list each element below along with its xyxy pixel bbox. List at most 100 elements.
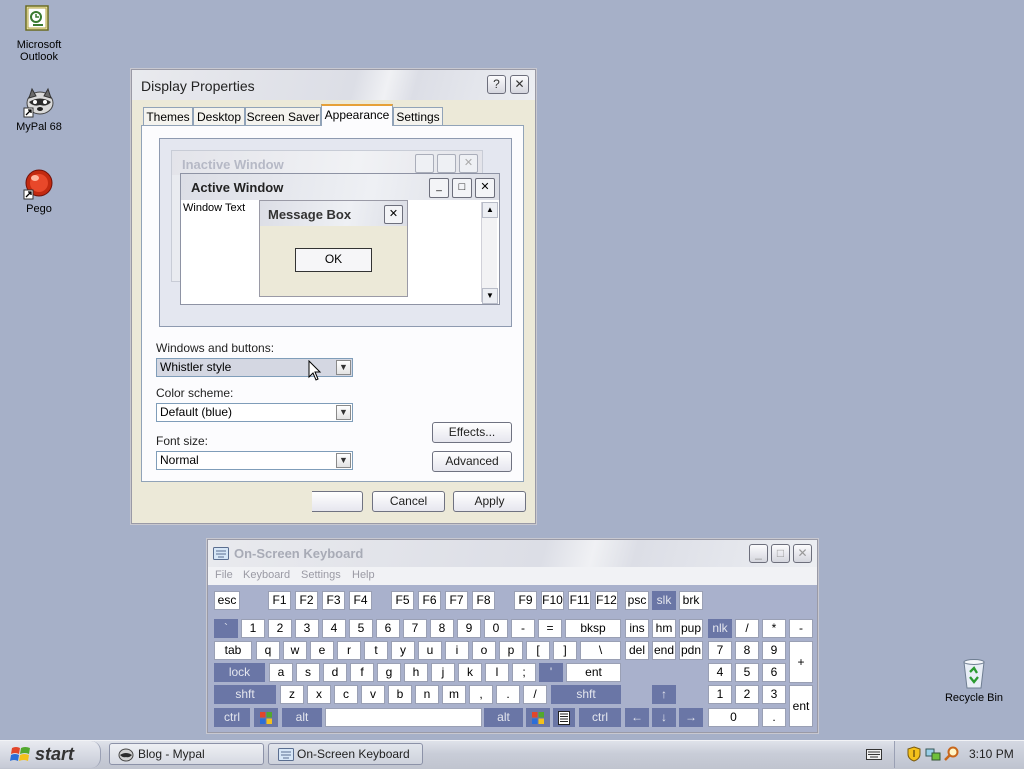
key-esc[interactable]: esc xyxy=(214,591,240,610)
key-space[interactable] xyxy=(325,708,482,727)
key-left-alt[interactable]: alt xyxy=(282,708,322,727)
display-properties-titlebar[interactable]: Display Properties ? ✕ xyxy=(132,70,535,100)
desktop-icon-pego[interactable]: Pego xyxy=(1,168,77,215)
key-pgup[interactable]: pup xyxy=(679,619,703,638)
key-np-9[interactable]: 9 xyxy=(762,641,786,660)
maximize-button[interactable]: □ xyxy=(771,544,790,563)
key-f12[interactable]: F12 xyxy=(595,591,618,610)
key-np-1[interactable]: 1 xyxy=(708,685,732,704)
key-right-ctrl[interactable]: ctrl xyxy=(579,708,621,727)
key-d[interactable]: d xyxy=(323,663,347,682)
key-f3[interactable]: F3 xyxy=(322,591,345,610)
tab-appearance[interactable]: Appearance xyxy=(321,104,393,126)
key-ins[interactable]: ins xyxy=(625,619,649,638)
minimize-button[interactable]: _ xyxy=(749,544,768,563)
key-np-7[interactable]: 7 xyxy=(708,641,732,660)
key-np-subtract[interactable]: - xyxy=(789,619,813,638)
menu-file[interactable]: File xyxy=(215,569,233,581)
key-f5[interactable]: F5 xyxy=(391,591,414,610)
desktop-icon-outlook[interactable]: Microsoft Outlook xyxy=(1,4,77,63)
close-button[interactable]: ✕ xyxy=(510,75,529,94)
key-q[interactable]: q xyxy=(256,641,280,660)
key-k[interactable]: k xyxy=(458,663,482,682)
tab-settings[interactable]: Settings xyxy=(393,107,443,125)
key-u[interactable]: u xyxy=(418,641,442,660)
key-arrow-left[interactable]: ← xyxy=(625,708,649,727)
key-6[interactable]: 6 xyxy=(376,619,400,638)
search-icon[interactable] xyxy=(944,746,960,762)
key-right-windows[interactable] xyxy=(526,708,550,727)
help-button[interactable]: ? xyxy=(487,75,506,94)
key-w[interactable]: w xyxy=(283,641,307,660)
key-a[interactable]: a xyxy=(269,663,293,682)
key-2[interactable]: 2 xyxy=(268,619,292,638)
key-f4[interactable]: F4 xyxy=(349,591,372,610)
key-4[interactable]: 4 xyxy=(322,619,346,638)
key-j[interactable]: j xyxy=(431,663,455,682)
key-f11[interactable]: F11 xyxy=(568,591,591,610)
network-icon[interactable] xyxy=(925,746,941,762)
key-1[interactable]: 1 xyxy=(241,619,265,638)
key-pgdn[interactable]: pdn xyxy=(679,641,703,660)
key-f7[interactable]: F7 xyxy=(445,591,468,610)
font-size-select[interactable]: Normal ▼ xyxy=(156,451,353,470)
key-minus[interactable]: - xyxy=(511,619,535,638)
key-period[interactable]: . xyxy=(496,685,520,704)
menu-keyboard[interactable]: Keyboard xyxy=(243,569,290,581)
key-left-bracket[interactable]: [ xyxy=(526,641,550,660)
keyboard-tray-icon[interactable] xyxy=(866,747,882,761)
key-quote[interactable]: ' xyxy=(539,663,563,682)
key-arrow-right[interactable]: → xyxy=(679,708,703,727)
key-np-enter[interactable]: ent xyxy=(789,685,813,727)
key-9[interactable]: 9 xyxy=(457,619,481,638)
key-del[interactable]: del xyxy=(625,641,649,660)
key-np-5[interactable]: 5 xyxy=(735,663,759,682)
key-semicolon[interactable]: ; xyxy=(512,663,536,682)
key-0[interactable]: 0 xyxy=(484,619,508,638)
ok-button[interactable] xyxy=(312,491,363,512)
key-slash[interactable]: / xyxy=(523,685,547,704)
key-c[interactable]: c xyxy=(334,685,358,704)
key-np-4[interactable]: 4 xyxy=(708,663,732,682)
key-np-6[interactable]: 6 xyxy=(762,663,786,682)
key-np-add[interactable]: + xyxy=(789,641,813,683)
key-capslock[interactable]: lock xyxy=(214,663,265,682)
key-3[interactable]: 3 xyxy=(295,619,319,638)
cancel-button[interactable]: Cancel xyxy=(372,491,445,512)
key-h[interactable]: h xyxy=(404,663,428,682)
key-tab[interactable]: tab xyxy=(214,641,252,660)
key-r[interactable]: r xyxy=(337,641,361,660)
tab-screen-saver[interactable]: Screen Saver xyxy=(245,107,321,125)
key-grave[interactable]: ` xyxy=(214,619,238,638)
key-equals[interactable]: = xyxy=(538,619,562,638)
key-arrow-down[interactable]: ↓ xyxy=(652,708,676,727)
close-button[interactable]: ✕ xyxy=(793,544,812,563)
key-psc[interactable]: psc xyxy=(625,591,649,610)
key-f8[interactable]: F8 xyxy=(472,591,495,610)
key-enter[interactable]: ent xyxy=(566,663,621,682)
color-scheme-select[interactable]: Default (blue) ▼ xyxy=(156,403,353,422)
key-7[interactable]: 7 xyxy=(403,619,427,638)
key-np-8[interactable]: 8 xyxy=(735,641,759,660)
key-menu[interactable] xyxy=(553,708,575,727)
key-v[interactable]: v xyxy=(361,685,385,704)
key-m[interactable]: m xyxy=(442,685,466,704)
key-e[interactable]: e xyxy=(310,641,334,660)
key-right-alt[interactable]: alt xyxy=(484,708,523,727)
key-t[interactable]: t xyxy=(364,641,388,660)
key-np-multiply[interactable]: * xyxy=(762,619,786,638)
key-np-3[interactable]: 3 xyxy=(762,685,786,704)
key-8[interactable]: 8 xyxy=(430,619,454,638)
key-f[interactable]: f xyxy=(350,663,374,682)
menu-settings[interactable]: Settings xyxy=(301,569,341,581)
osk-titlebar[interactable]: On-Screen Keyboard _ □ ✕ xyxy=(208,540,817,567)
key-left-ctrl[interactable]: ctrl xyxy=(214,708,250,727)
key-numlock[interactable]: nlk xyxy=(708,619,732,638)
key-brk[interactable]: brk xyxy=(679,591,703,610)
apply-button[interactable]: Apply xyxy=(453,491,526,512)
key-f1[interactable]: F1 xyxy=(268,591,291,610)
key-right-shift[interactable]: shft xyxy=(551,685,621,704)
key-backslash[interactable]: \ xyxy=(580,641,621,660)
tab-desktop[interactable]: Desktop xyxy=(193,107,245,125)
menu-help[interactable]: Help xyxy=(352,569,375,581)
